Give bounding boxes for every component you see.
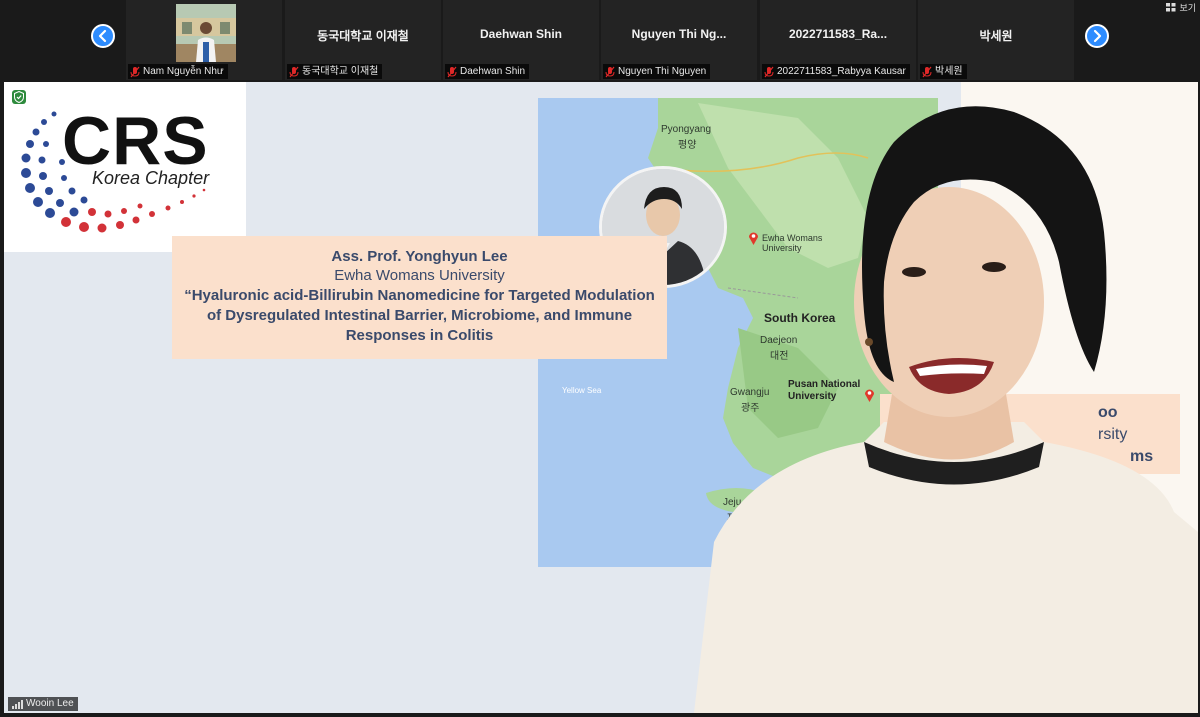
participant-label: Nam Nguyễn Như: [128, 64, 228, 79]
mic-muted-icon: [447, 66, 457, 78]
participant-name: Nam Nguyễn Như: [143, 66, 224, 77]
speaker-video: [694, 106, 1198, 713]
chevron-right-icon: [1093, 29, 1102, 43]
participant-name: 박세원: [935, 66, 963, 77]
participant-tile[interactable]: Daehwan Shin Daehwan Shin: [443, 0, 599, 80]
map-label-yellow-sea: Yellow Sea: [562, 386, 602, 395]
participant-photo: [176, 4, 236, 62]
participant-tile[interactable]: 박세원 박세원: [918, 0, 1074, 80]
participant-display-name: 동국대학교 이재철: [317, 29, 409, 43]
mic-muted-icon: [922, 66, 932, 78]
participant-tile[interactable]: 동국대학교 이재철 동국대학교 이재철: [285, 0, 441, 80]
participant-label: Daehwan Shin: [445, 64, 530, 79]
mic-muted-icon: [605, 66, 615, 78]
participant-name: 2022711583_Rabyya Kausar: [777, 66, 906, 77]
talk-title: “Hyaluronic acid-Billirubin Nanomedicine…: [184, 287, 655, 344]
participant-strip: Nam Nguyễn Như 동국대학교 이재철 동국대학교 이재철 Daehw…: [0, 0, 1200, 80]
participant-display-name: Nguyen Thi Ng...: [631, 27, 727, 41]
audio-level-icon: [12, 699, 23, 709]
participant-display-name: 박세원: [979, 29, 1013, 43]
participant-display-name: 2022711583_Ra...: [788, 27, 888, 41]
view-button[interactable]: 보기: [1166, 0, 1196, 14]
encryption-shield-icon[interactable]: [12, 90, 26, 104]
participant-label: 2022711583_Rabyya Kausar: [762, 64, 910, 79]
next-page-button[interactable]: [1085, 24, 1109, 48]
participant-name: 동국대학교 이재철: [302, 66, 379, 77]
logo-subtitle: Korea Chapter: [92, 168, 210, 188]
mic-muted-icon: [130, 66, 140, 78]
grid-view-icon: [1166, 2, 1176, 11]
presenter-university: Ewha Womans University: [334, 267, 505, 284]
speaker-name-tag: Wooin Lee: [8, 697, 78, 711]
chevron-left-icon: [98, 29, 107, 43]
main-video[interactable]: CRS Korea Chapter Pyongyang 평양 Ewha Woma…: [4, 82, 1198, 713]
participant-label: Nguyen Thi Nguyen: [603, 64, 711, 79]
mic-muted-icon: [764, 66, 774, 78]
speaker-name: Wooin Lee: [26, 698, 74, 709]
prev-page-button[interactable]: [91, 24, 115, 48]
presenter-name: Ass. Prof. Yonghyun Lee: [331, 248, 508, 265]
participant-display-name: Daehwan Shin: [479, 27, 562, 41]
participant-label: 동국대학교 이재철: [287, 64, 383, 79]
participant-tile[interactable]: 2022711583_Ra... 2022711583_Rabyya Kausa…: [760, 0, 916, 80]
mic-muted-icon: [289, 66, 299, 78]
participant-tile[interactable]: Nguyen Thi Ng... Nguyen Thi Nguyen: [601, 0, 757, 80]
participant-name: Nguyen Thi Nguyen: [618, 66, 707, 77]
participant-name: Daehwan Shin: [460, 66, 526, 77]
view-label: 보기: [1179, 2, 1196, 13]
talk-title-box: Ass. Prof. Yonghyun Lee Ewha Womans Univ…: [172, 236, 667, 359]
participant-label: 박세원: [920, 64, 967, 79]
crs-logo: CRS Korea Chapter: [4, 82, 246, 252]
zoom-window: Nam Nguyễn Như 동국대학교 이재철 동국대학교 이재철 Daehw…: [0, 0, 1200, 717]
participant-tile[interactable]: Nam Nguyễn Như: [126, 0, 282, 80]
